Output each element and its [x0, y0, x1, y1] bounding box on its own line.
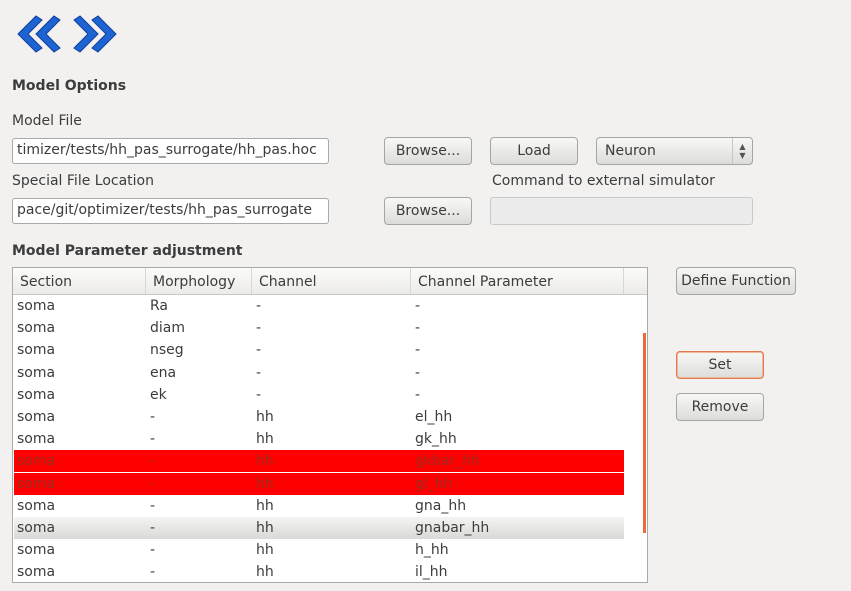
cell-channel-parameter: gl_hh	[415, 475, 453, 492]
model-file-input[interactable]: timizer/tests/hh_pas_surrogate/hh_pas.ho…	[12, 138, 329, 164]
cell-morphology: ena	[150, 364, 177, 381]
table-row[interactable]: soma nseg - -	[14, 339, 624, 361]
cell-section: soma	[17, 431, 56, 448]
cell-channel: hh	[256, 542, 274, 559]
cell-morphology: -	[150, 453, 156, 470]
table-row[interactable]: soma - hh el_hh	[14, 406, 624, 428]
table-row[interactable]: soma - hh h_hh	[14, 539, 624, 561]
define-function-button[interactable]: Define Function	[676, 267, 796, 295]
special-file-input[interactable]: pace/git/optimizer/tests/hh_pas_surrogat…	[12, 198, 329, 224]
parameter-table[interactable]: Section Morphology Channel Channel Param…	[12, 267, 648, 583]
cell-channel-parameter: -	[415, 364, 421, 381]
table-row[interactable]: soma - hh gl_hh	[14, 472, 624, 495]
cell-channel-parameter: gna_hh	[415, 497, 467, 514]
cell-morphology: -	[150, 431, 156, 448]
table-row[interactable]: soma - hh gnabar_hh	[14, 517, 624, 539]
cell-channel: -	[256, 320, 262, 337]
table-row[interactable]: soma - hh gna_hh	[14, 495, 624, 517]
double-chevron-left-icon	[17, 15, 61, 53]
cell-morphology: -	[150, 564, 156, 581]
table-header: Section Morphology Channel Channel Param…	[13, 268, 647, 295]
table-row[interactable]: soma - hh gkbar_hh	[14, 450, 624, 473]
cell-morphology: Ra	[150, 298, 168, 314]
cell-morphology: -	[150, 520, 156, 536]
set-button[interactable]: Set	[676, 351, 764, 379]
cell-channel-parameter: -	[415, 342, 421, 359]
table-row[interactable]: soma ek - -	[14, 384, 624, 406]
cell-channel: hh	[256, 431, 274, 448]
cell-section: soma	[17, 298, 56, 314]
cell-channel: -	[256, 386, 262, 403]
table-row[interactable]: soma - hh il_hh	[14, 561, 624, 582]
command-label: Command to external simulator	[492, 173, 715, 189]
scroll-indicator[interactable]	[643, 333, 646, 533]
cell-section: soma	[17, 386, 56, 403]
forward-button[interactable]	[72, 12, 122, 56]
cell-channel: hh	[256, 409, 274, 425]
cell-channel-parameter: gkbar_hh	[415, 453, 480, 470]
cell-channel-parameter: gnabar_hh	[415, 520, 490, 536]
cell-channel: -	[256, 298, 262, 314]
cell-morphology: nseg	[150, 342, 184, 359]
cell-section: soma	[17, 409, 56, 425]
browse-model-file-button[interactable]: Browse...	[384, 137, 472, 165]
cell-channel: hh	[256, 520, 274, 536]
cell-morphology: -	[150, 497, 156, 514]
table-row[interactable]: soma diam - -	[14, 317, 624, 339]
cell-section: soma	[17, 342, 56, 359]
cell-channel-parameter: h_hh	[415, 542, 449, 559]
special-file-label: Special File Location	[12, 173, 154, 189]
simulator-select[interactable]: Neuron ▲ ▼	[596, 137, 753, 165]
cell-channel: -	[256, 364, 262, 381]
load-button[interactable]: Load	[490, 137, 578, 165]
cell-section: soma	[17, 320, 56, 337]
table-row[interactable]: soma Ra - -	[14, 295, 624, 317]
cell-channel: hh	[256, 564, 274, 581]
cell-channel-parameter: -	[415, 386, 421, 403]
cell-section: soma	[17, 497, 56, 514]
cell-morphology: -	[150, 475, 156, 492]
cell-channel: hh	[256, 475, 274, 492]
column-header-channel[interactable]: Channel	[252, 268, 411, 294]
table-row[interactable]: soma ena - -	[14, 362, 624, 384]
cell-morphology: -	[150, 542, 156, 559]
double-chevron-right-icon	[73, 15, 117, 53]
cell-section: soma	[17, 564, 56, 581]
cell-morphology: -	[150, 409, 156, 425]
browse-special-file-button[interactable]: Browse...	[384, 197, 472, 225]
cell-morphology: diam	[150, 320, 185, 337]
column-header-section[interactable]: Section	[13, 268, 146, 294]
remove-button[interactable]: Remove	[676, 393, 764, 421]
cell-section: soma	[17, 542, 56, 559]
cell-channel: hh	[256, 497, 274, 514]
cell-section: soma	[17, 364, 56, 381]
cell-channel-parameter: el_hh	[415, 409, 453, 425]
column-header-channel-parameter[interactable]: Channel Parameter	[411, 268, 624, 294]
model-file-label: Model File	[12, 113, 82, 129]
cell-channel: hh	[256, 453, 274, 470]
back-button[interactable]	[12, 12, 62, 56]
cell-channel: -	[256, 342, 262, 359]
column-header-morphology[interactable]: Morphology	[146, 268, 252, 294]
simulator-selected-value: Neuron	[605, 143, 656, 159]
cell-channel-parameter: -	[415, 298, 421, 314]
cell-section: soma	[17, 453, 56, 470]
cell-morphology: ek	[150, 386, 167, 403]
cell-section: soma	[17, 520, 56, 536]
cell-channel-parameter: gk_hh	[415, 431, 457, 448]
model-options-title: Model Options	[12, 78, 127, 94]
spinner-arrows-icon: ▲ ▼	[732, 138, 752, 164]
table-row[interactable]: soma - hh gk_hh	[14, 428, 624, 450]
cell-channel-parameter: il_hh	[415, 564, 448, 581]
cell-section: soma	[17, 475, 56, 492]
cell-channel-parameter: -	[415, 320, 421, 337]
param-adjust-title: Model Parameter adjustment	[12, 243, 243, 259]
command-input[interactable]	[490, 197, 753, 225]
